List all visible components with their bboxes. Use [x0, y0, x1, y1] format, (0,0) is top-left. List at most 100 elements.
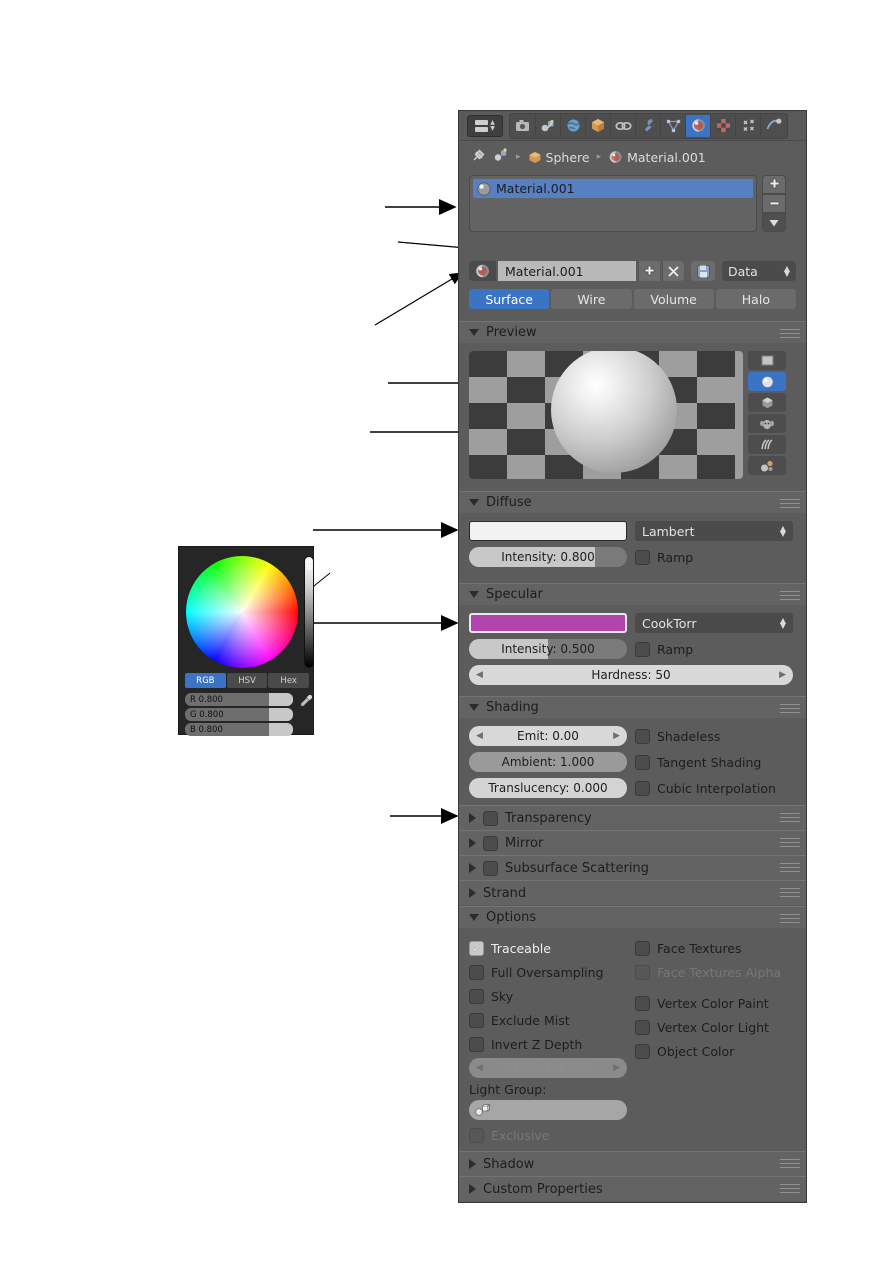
tab-physics[interactable] [761, 115, 786, 137]
diffuse-panel-header[interactable]: Diffuse [459, 491, 806, 513]
color-mode-hsv[interactable]: HSV [226, 673, 268, 688]
light-group-field[interactable] [469, 1100, 627, 1120]
breadcrumb-object[interactable]: Sphere [528, 150, 590, 165]
material-link-dropdown[interactable]: Data ▲ ▼ [722, 261, 796, 281]
expand-triangle-right-icon [469, 863, 476, 873]
transparency-enable-checkbox[interactable] [483, 810, 498, 826]
tab-constraints[interactable] [611, 114, 636, 137]
face-textures-checkbox[interactable]: Face Textures [635, 936, 793, 960]
diffuse-ramp-checkbox[interactable]: Ramp [635, 547, 793, 567]
tab-render[interactable] [511, 114, 536, 137]
tab-particles[interactable] [736, 114, 761, 137]
sss-panel-header[interactable]: Subsurface Scattering [459, 855, 806, 880]
material-preview-render[interactable] [469, 351, 743, 479]
tangent-shading-checkbox[interactable]: Tangent Shading [635, 752, 793, 772]
pin-icon[interactable] [471, 148, 486, 166]
chevron-right-icon[interactable]: ▶ [613, 731, 620, 741]
new-material-button[interactable] [638, 261, 660, 281]
emit-field[interactable]: ◀ Emit: 0.00 ▶ [469, 726, 627, 746]
specular-intensity-slider[interactable]: Intensity: 0.500 [469, 639, 627, 659]
breadcrumb-material[interactable]: Material.001 [608, 150, 706, 165]
material-slot-row[interactable]: Material.001 [473, 179, 753, 198]
tab-surface[interactable]: Surface [469, 289, 550, 309]
unlink-material-button[interactable] [662, 261, 684, 281]
chevron-left-icon[interactable]: ◀ [476, 731, 483, 741]
remove-material-slot-button[interactable] [762, 194, 786, 213]
color-mode-hex[interactable]: Hex [268, 673, 310, 688]
exclude-mist-checkbox[interactable]: Exclude Mist [469, 1008, 627, 1032]
preview-monkey-button[interactable] [748, 414, 786, 433]
eyedropper-icon[interactable] [299, 694, 313, 708]
tab-wire[interactable]: Wire [551, 289, 632, 309]
invert-z-depth-checkbox[interactable]: Invert Z Depth [469, 1032, 627, 1056]
chevron-right-icon[interactable]: ▶ [613, 1063, 620, 1073]
add-material-slot-button[interactable] [762, 175, 786, 194]
material-slot-list[interactable]: Material.001 [469, 175, 757, 232]
sky-checkbox[interactable]: Sky [469, 984, 627, 1008]
chevron-left-icon[interactable]: ◀ [476, 670, 483, 680]
tab-halo[interactable]: Halo [715, 289, 796, 309]
datablock-material-icon[interactable] [469, 261, 496, 281]
fake-user-button[interactable] [691, 261, 715, 281]
mirror-enable-checkbox[interactable] [483, 835, 498, 851]
shading-panel-header[interactable]: Shading [459, 696, 806, 718]
checkbox-box [635, 549, 650, 565]
preview-sphere-button[interactable] [748, 372, 786, 391]
tab-modifiers[interactable] [636, 114, 661, 137]
custom-properties-panel-header[interactable]: Custom Properties [459, 1176, 806, 1201]
channel-g-slider[interactable]: G 0.800 [185, 708, 293, 721]
editor-type-selector[interactable]: ▲ ▼ [467, 114, 503, 137]
vertex-color-paint-checkbox[interactable]: Vertex Color Paint [635, 991, 793, 1015]
diffuse-intensity-slider[interactable]: Intensity: 0.800 [469, 547, 627, 567]
chevron-right-icon[interactable]: ▶ [779, 670, 786, 680]
tab-scene[interactable] [536, 114, 561, 137]
transparency-panel-header[interactable]: Transparency [459, 805, 806, 830]
material-name-field[interactable]: Material.001 [498, 261, 636, 281]
options-panel-header[interactable]: Options [459, 906, 806, 928]
ambient-slider[interactable]: Ambient: 1.000 [469, 752, 627, 772]
tab-world[interactable] [561, 114, 586, 137]
tab-material[interactable] [686, 114, 711, 137]
mirror-panel-header[interactable]: Mirror [459, 830, 806, 855]
channel-b-slider[interactable]: B 0.800 [185, 723, 293, 736]
vertex-color-light-checkbox[interactable]: Vertex Color Light [635, 1015, 793, 1039]
preview-panel-header[interactable]: Preview [459, 321, 806, 343]
full-oversampling-checkbox[interactable]: Full Oversampling [469, 960, 627, 984]
shadeless-checkbox[interactable]: Shadeless [635, 726, 793, 746]
specular-color-swatch[interactable] [469, 613, 627, 633]
translucency-slider[interactable]: Translucency: 0.000 [469, 778, 627, 798]
value-slider-handle[interactable] [307, 565, 312, 570]
color-mode-rgb[interactable]: RGB [185, 673, 226, 688]
tab-volume[interactable]: Volume [633, 289, 714, 309]
color-wheel-cursor[interactable] [235, 606, 242, 613]
color-wheel[interactable] [186, 556, 298, 668]
diffuse-shader-dropdown[interactable]: Lambert ▲ ▼ [635, 521, 793, 541]
scene-breadcrumb-icon[interactable] [493, 148, 509, 166]
preview-hair-button[interactable] [748, 435, 786, 454]
shadow-panel-header[interactable]: Shadow [459, 1151, 806, 1176]
z-offset-field[interactable]: ◀ Z Offset: 0.000 ▶ [469, 1058, 627, 1078]
traceable-checkbox[interactable]: Traceable [469, 936, 627, 960]
preview-sss-button[interactable] [748, 456, 786, 475]
preview-flat-button[interactable] [748, 351, 786, 370]
specular-panel-header[interactable]: Specular [459, 583, 806, 605]
sss-enable-checkbox[interactable] [483, 860, 498, 876]
material-slot-menu-button[interactable] [762, 213, 786, 232]
channel-r-slider[interactable]: R 0.800 [185, 693, 293, 706]
chevron-updown-icon: ▲ ▼ [783, 264, 790, 278]
specular-hardness-field[interactable]: ◀ Hardness: 50 ▶ [469, 665, 793, 685]
preview-cube-button[interactable] [748, 393, 786, 412]
chevron-left-icon[interactable]: ◀ [476, 1063, 483, 1073]
tab-texture[interactable] [711, 114, 736, 137]
specular-ramp-checkbox[interactable]: Ramp [635, 639, 793, 659]
tab-data[interactable] [661, 114, 686, 137]
diffuse-color-swatch[interactable] [469, 521, 627, 541]
object-color-checkbox[interactable]: Object Color [635, 1039, 793, 1063]
cubic-interpolation-checkbox[interactable]: Cubic Interpolation [635, 778, 793, 798]
specular-shader-dropdown[interactable]: CookTorr ▲ ▼ [635, 613, 793, 633]
color-picker-popup[interactable]: RGB HSV Hex R 0.800 G 0.800 B 0.800 [178, 546, 314, 736]
tab-object[interactable] [586, 114, 611, 137]
full-oversampling-label: Full Oversampling [491, 964, 604, 980]
strand-panel-header[interactable]: Strand [459, 880, 806, 905]
value-slider[interactable] [304, 556, 314, 668]
